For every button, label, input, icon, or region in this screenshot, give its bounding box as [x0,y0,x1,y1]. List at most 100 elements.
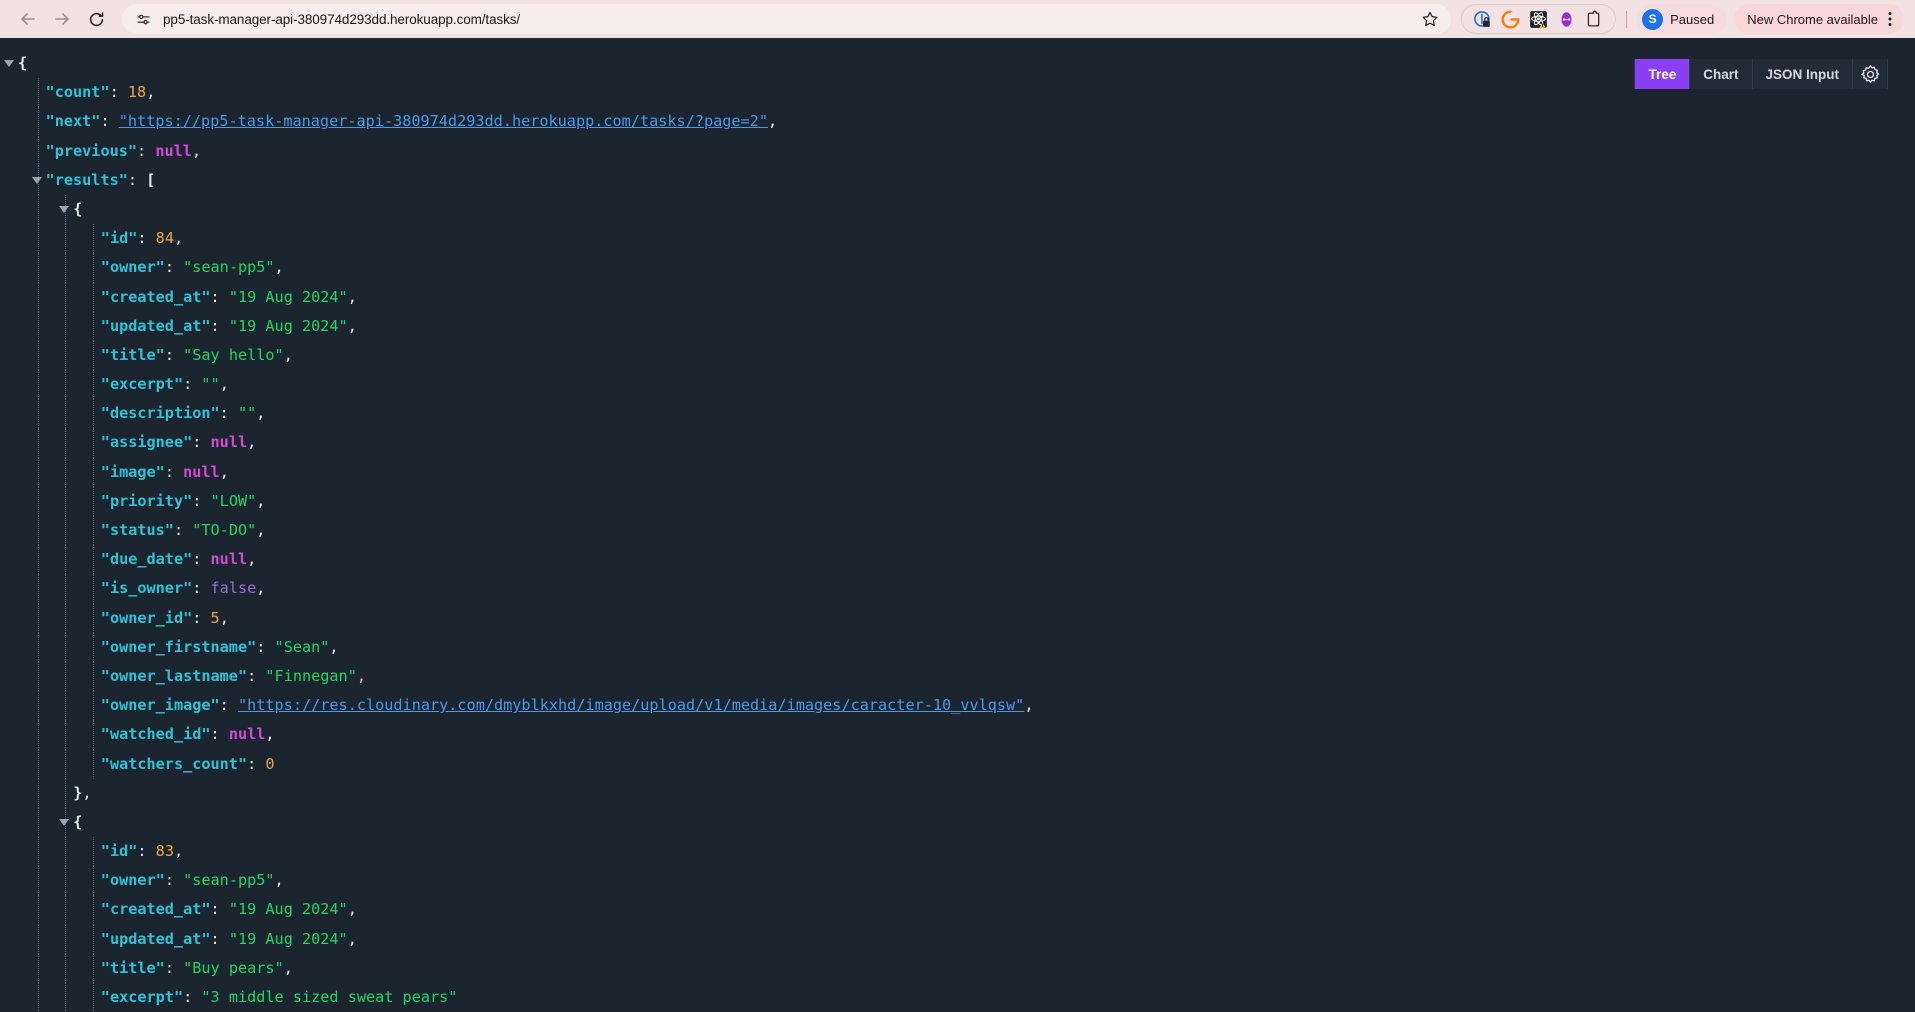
star-icon[interactable] [1421,10,1439,28]
json-token: "owner" [100,258,165,277]
json-token: "is_owner" [100,579,193,598]
json-array-item: { [18,807,1915,838]
json-property: "due_date": null, [18,545,1915,575]
json-token: "created_at" [100,287,211,306]
json-token[interactable]: "https://res.cloudinary.com/dmyblkxhd/im… [238,696,1024,714]
json-token: 5 [210,608,220,627]
json-token: , [265,725,275,744]
json-property: "excerpt": "3 middle sized sweat pears" [18,983,1915,1012]
json-token: , [219,608,229,627]
forward-button[interactable] [45,2,79,36]
tab-chart[interactable]: Chart [1690,59,1753,89]
json-token: : [210,929,229,948]
json-token: null [228,725,266,744]
json-token: "image" [100,462,165,481]
json-token: "TO-DO" [192,521,257,539]
json-token: "owner_id" [100,608,193,627]
json-token: , [82,783,92,802]
json-token: "due_date" [100,550,193,569]
privacy-badger-extension-icon[interactable] [1473,10,1492,29]
json-property: "owner_firstname": "Sean", [18,632,1915,662]
kebab-menu-icon[interactable] [1880,9,1900,29]
grammarly-extension-icon[interactable] [1501,9,1520,29]
json-property: "is_owner": false, [18,574,1915,604]
collapse-triangle-icon[interactable] [4,60,14,67]
json-token: : [137,141,156,160]
gear-icon [1860,64,1881,85]
json-token: null [210,433,248,452]
collapse-triangle-icon[interactable] [59,205,70,213]
url-text: pp5-task-manager-api-380974d293dd.heroku… [163,11,521,27]
json-token: : [210,725,229,744]
json-token: : [183,988,202,1006]
json-token: : [137,842,156,861]
json-token: "19 Aug 2024" [228,316,348,335]
tab-tree[interactable]: Tree [1634,59,1691,89]
json-token: "title" [100,345,165,364]
json-token: , [347,316,357,335]
json-token: null [210,550,248,569]
json-property: "priority": "LOW", [18,486,1915,516]
json-property: "next": "https://pp5-task-manager-api-38… [18,107,1915,137]
collapse-triangle-icon[interactable] [31,176,42,184]
react-devtools-extension-icon[interactable] [1529,10,1548,29]
json-token: "updated_at" [100,316,211,335]
json-property: "excerpt": "", [18,370,1915,400]
json-token: "status" [100,521,174,539]
json-token: : [127,170,147,189]
tab-json-input[interactable]: JSON Input [1753,59,1853,89]
json-token: : [192,491,211,510]
back-button[interactable] [11,2,45,36]
json-token: "results" [45,170,128,189]
reload-button[interactable] [79,2,113,36]
settings-button[interactable] [1853,59,1888,89]
json-token[interactable]: "https://pp5-task-manager-api-380974d293… [119,112,768,130]
json-token: "owner_image" [100,696,220,715]
json-property: "id": 83, [18,837,1915,867]
back-arrow-icon [18,9,38,29]
reload-icon [87,10,106,29]
json-token: "updated_at" [100,929,211,948]
extensions-puzzle-icon[interactable] [1585,10,1604,29]
json-token: { [73,812,83,831]
update-label: New Chrome available [1747,11,1878,27]
json-token: , [347,929,357,948]
json-token: "assignee" [100,433,193,452]
json-token: , [256,579,266,598]
site-settings-icon[interactable] [135,11,152,28]
profile-button[interactable]: S Paused [1637,4,1728,34]
json-property: "created_at": "19 Aug 2024", [18,282,1915,312]
json-token: : [219,404,238,423]
chrome-update-button[interactable]: New Chrome available [1734,4,1904,34]
json-token: 18 [127,83,147,102]
json-property: "image": null, [18,457,1915,487]
address-bar[interactable]: pp5-task-manager-api-380974d293dd.heroku… [122,4,1452,34]
json-token: , [347,900,357,919]
loom-extension-icon[interactable] [1557,10,1576,29]
json-token: "excerpt" [100,375,184,394]
json-token: 83 [155,842,174,861]
json-token: : [192,608,211,627]
json-token: , [219,462,229,481]
json-property: "title": "Say hello", [18,340,1915,371]
json-token: false [210,579,257,598]
json-token: : [247,754,266,773]
collapse-triangle-icon[interactable] [59,818,70,826]
json-token: null [183,462,220,481]
json-token: , [767,112,778,131]
json-token: : [210,316,229,335]
json-token: , [256,491,266,510]
json-token: , [283,345,293,364]
json-token: , [173,229,184,248]
json-token: 0 [265,754,275,773]
json-token: "owner_firstname" [100,637,257,656]
browser-toolbar: pp5-task-manager-api-380974d293dd.heroku… [0,0,1915,38]
json-token: "previous" [45,141,138,160]
json-token: "title" [100,958,165,977]
json-token: "count" [45,83,110,102]
json-property: "id": 84, [18,224,1915,254]
json-array-item: { [18,194,1915,225]
json-token: , [173,842,184,861]
profile-status-label: Paused [1670,11,1715,27]
json-property: "created_at": "19 Aug 2024", [18,895,1915,925]
